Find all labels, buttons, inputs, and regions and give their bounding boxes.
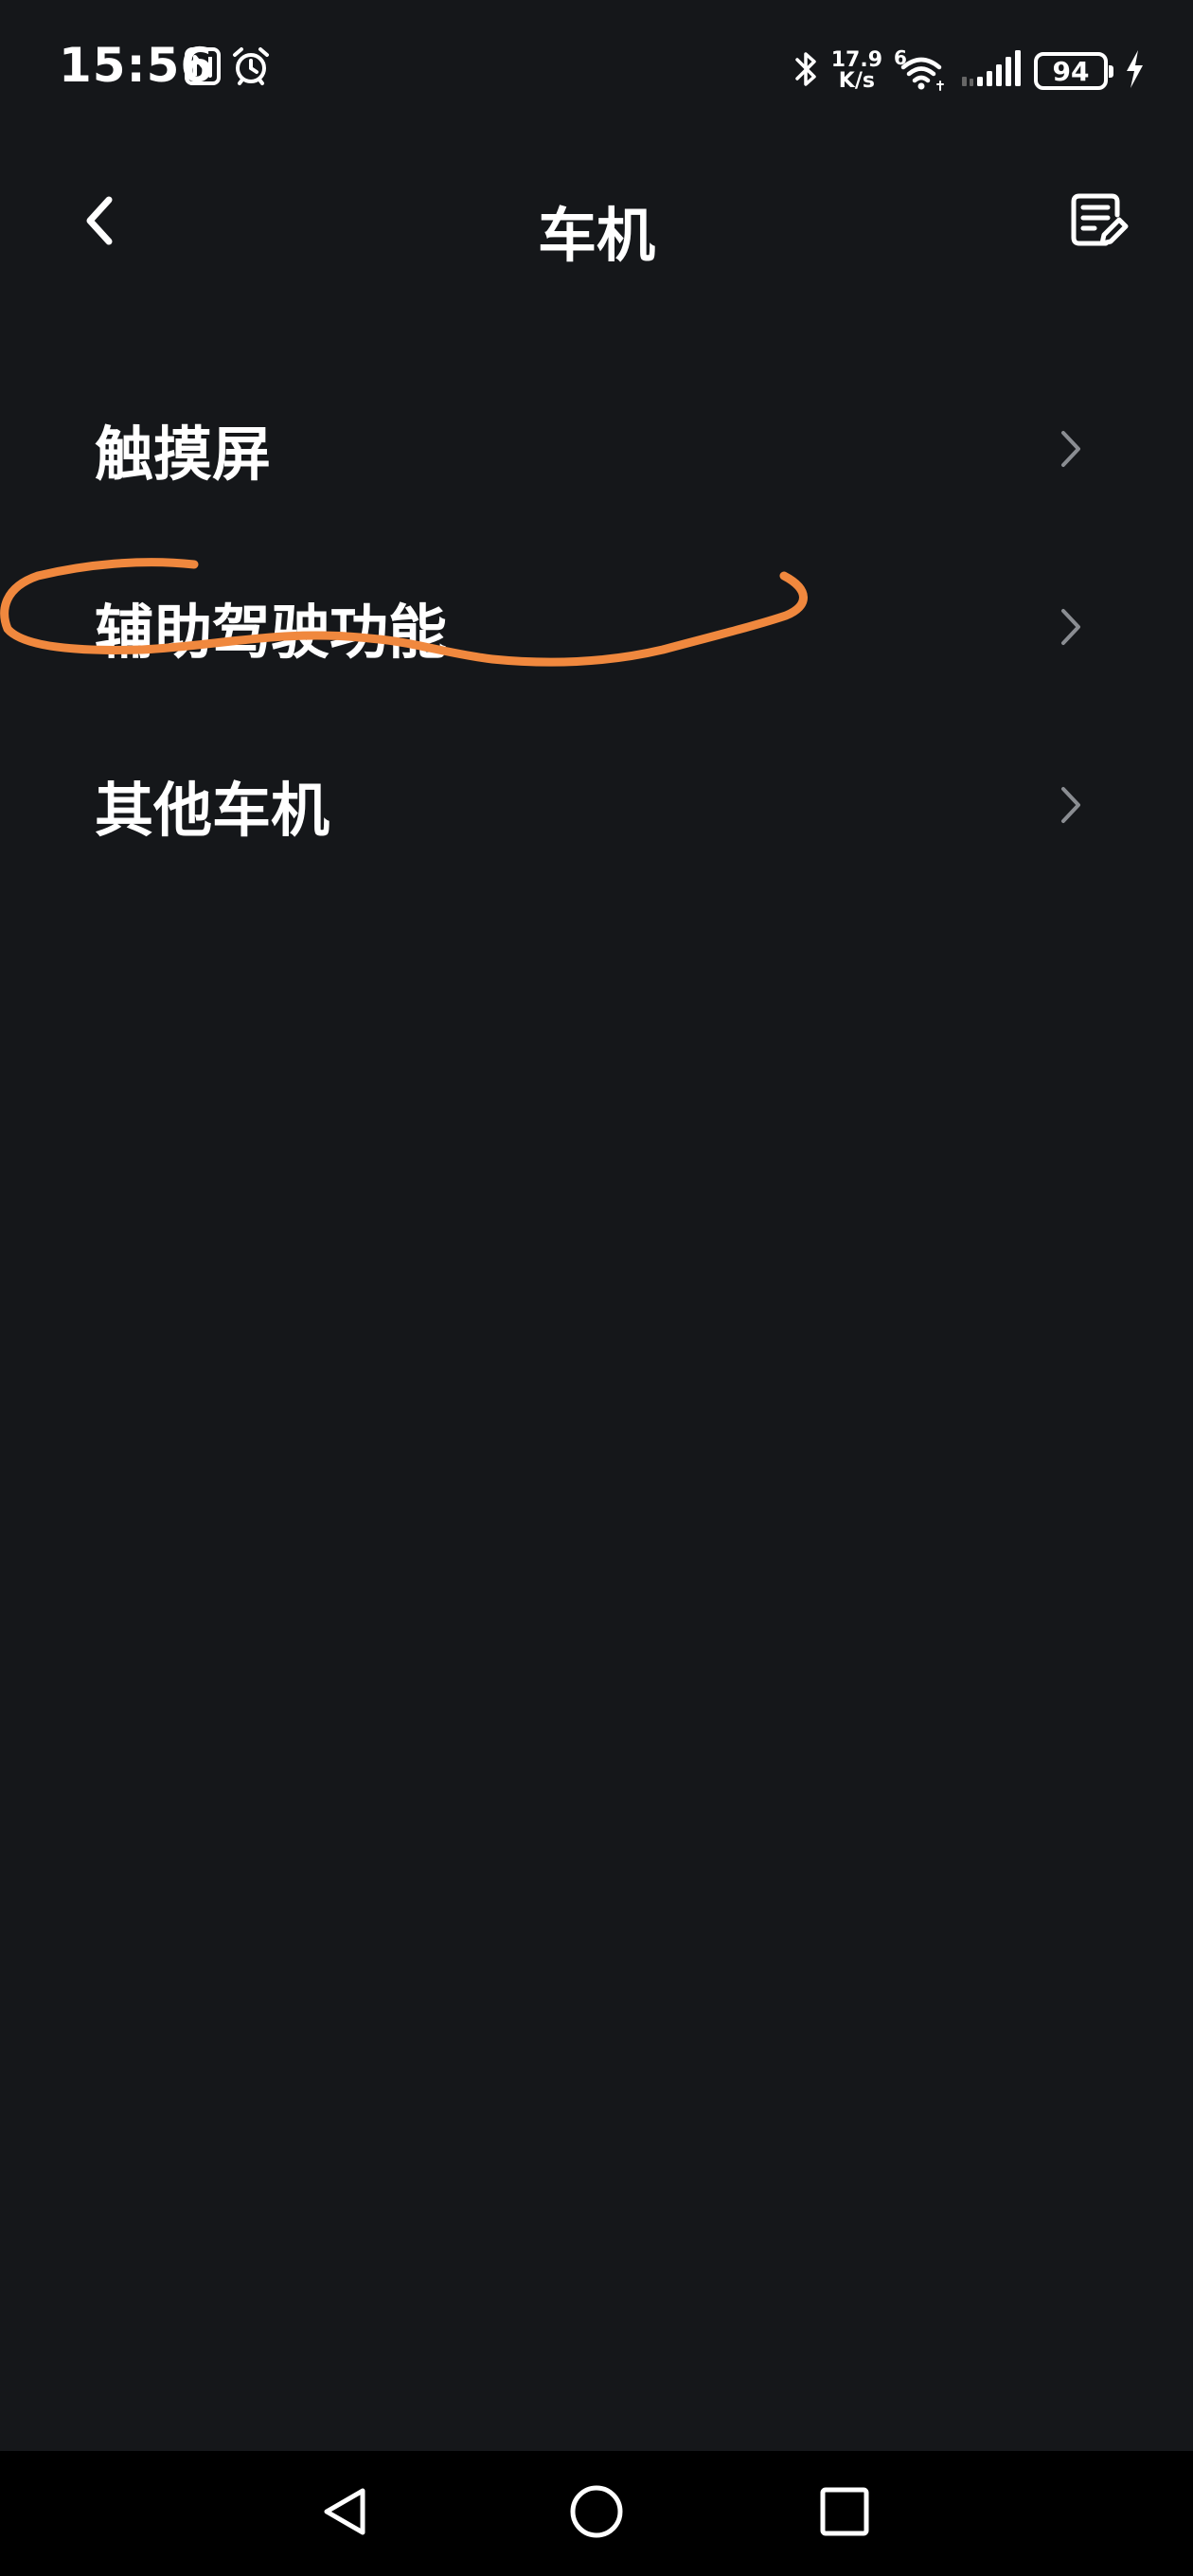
- nav-recents-button[interactable]: [807, 2476, 882, 2551]
- menu-list: 触摸屏 辅助驾驶功能 其他车机: [0, 360, 1193, 894]
- alarm-icon: [230, 45, 272, 91]
- circle-home-icon: [567, 2482, 626, 2545]
- navigation-bar: [0, 2451, 1193, 2576]
- bluetooth-icon: [792, 48, 820, 94]
- chevron-right-icon: [1051, 603, 1089, 651]
- edit-document-icon: [1068, 190, 1129, 255]
- status-bar: 15:56 17.9 K/s 6 94: [0, 0, 1193, 133]
- page-title: 车机: [537, 201, 655, 270]
- network-speed: 17.9 K/s: [831, 50, 882, 92]
- signal-icon: [960, 48, 1023, 94]
- menu-item-label: 触摸屏: [95, 420, 272, 489]
- square-recents-icon: [818, 2485, 871, 2542]
- battery-level: 94: [1052, 55, 1090, 87]
- nav-home-button[interactable]: [559, 2476, 634, 2551]
- network-speed-unit: K/s: [838, 69, 875, 93]
- header: 车机: [0, 161, 1193, 284]
- triangle-back-icon: [317, 2483, 374, 2544]
- feedback-button[interactable]: [1060, 185, 1136, 260]
- status-left-icons: [185, 45, 272, 91]
- nfc-icon: [185, 47, 221, 89]
- nav-back-button[interactable]: [308, 2476, 383, 2551]
- network-speed-value: 17.9: [830, 48, 882, 72]
- battery-indicator: 94: [1034, 52, 1113, 90]
- wifi-icon: 6: [894, 46, 949, 92]
- charging-bolt-icon: [1123, 48, 1146, 94]
- menu-item-label: 其他车机: [95, 776, 330, 845]
- menu-item-driver-assistance[interactable]: 辅助驾驶功能: [0, 538, 1193, 716]
- menu-item-touchscreen[interactable]: 触摸屏: [0, 360, 1193, 538]
- menu-item-label: 辅助驾驶功能: [95, 598, 448, 667]
- chevron-right-icon: [1051, 781, 1089, 829]
- menu-item-other-car-settings[interactable]: 其他车机: [0, 716, 1193, 894]
- status-right-icons: 17.9 K/s 6 94: [792, 38, 1146, 104]
- screen: 15:56 17.9 K/s 6 94 车机 触摸屏 辅助驾驶功能 其他车机: [0, 0, 1193, 2576]
- chevron-right-icon: [1051, 425, 1089, 473]
